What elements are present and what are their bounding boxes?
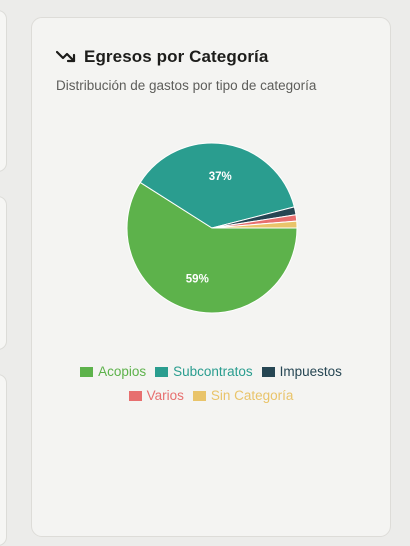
legend-swatch bbox=[128, 391, 142, 401]
legend-swatch bbox=[80, 367, 94, 377]
legend-label: Impuestos bbox=[279, 364, 342, 379]
legend-label: Acopios bbox=[98, 364, 147, 379]
chart-legend: Acopios Subcontratos Impuestos Varios Sin Ca… bbox=[32, 364, 390, 404]
pie-chart: 59% 37% bbox=[126, 142, 298, 314]
legend-swatch bbox=[261, 367, 275, 377]
legend-label: Sin Categoría bbox=[210, 388, 294, 403]
expenses-by-category-card: Egresos por Categoría Distribución de ga… bbox=[31, 17, 391, 537]
side-card-top bbox=[0, 10, 7, 172]
legend-item-sin-categoría[interactable]: Sin Categoría bbox=[192, 388, 294, 404]
legend-item-impuestos[interactable]: Impuestos bbox=[261, 364, 342, 380]
legend-label: Varios bbox=[146, 388, 184, 403]
side-card-bottom bbox=[0, 374, 7, 546]
pie-data-label: 37% bbox=[209, 171, 232, 183]
legend-item-acopios[interactable]: Acopios bbox=[80, 364, 146, 380]
legend-item-subcontratos[interactable]: Subcontratos bbox=[155, 364, 253, 380]
side-card-middle bbox=[0, 196, 7, 350]
legend-swatch bbox=[155, 367, 169, 377]
pie-data-label: 59% bbox=[186, 274, 209, 286]
legend-item-varios[interactable]: Varios bbox=[128, 388, 184, 404]
legend-label: Subcontratos bbox=[173, 364, 253, 379]
legend-swatch bbox=[192, 391, 206, 401]
